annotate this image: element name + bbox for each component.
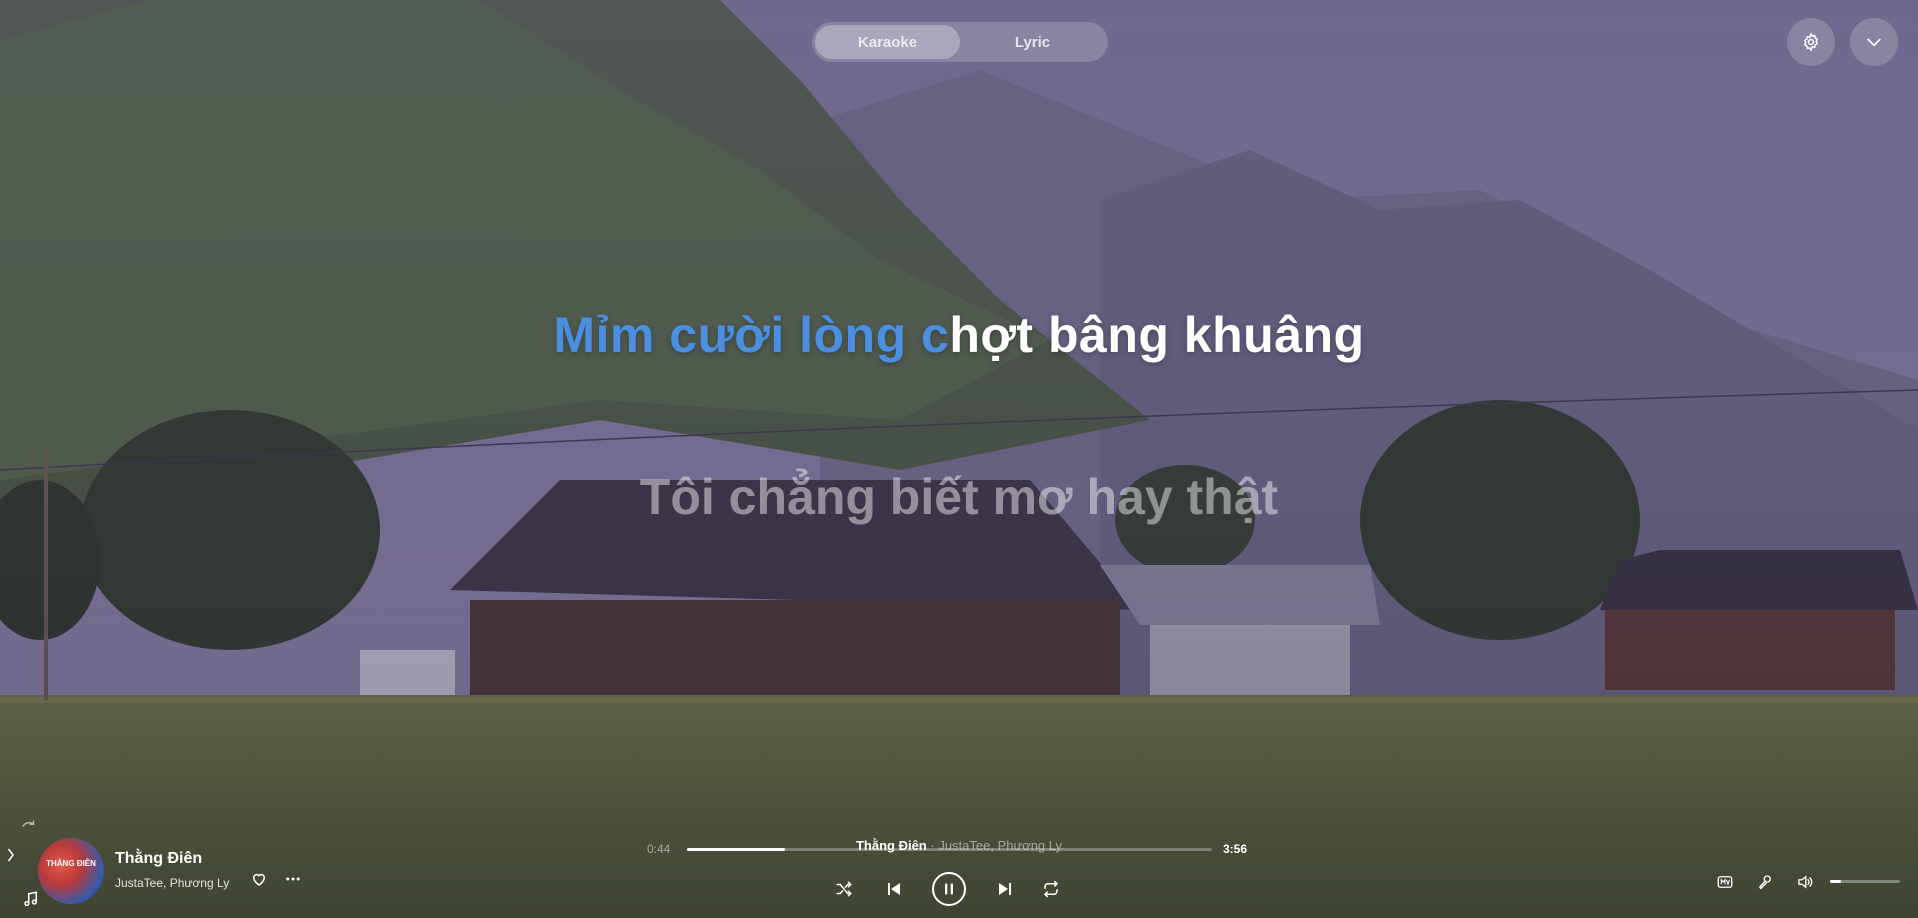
shuffle-icon (836, 881, 852, 897)
chevron-down-icon (1867, 38, 1881, 47)
song-artist[interactable]: JustaTee, Phương Ly (115, 876, 229, 890)
side-strip (0, 808, 37, 918)
music-note-icon[interactable] (22, 890, 40, 908)
volume-button[interactable] (1795, 872, 1815, 892)
skip-back-icon (888, 883, 900, 895)
repeat-button[interactable] (1041, 879, 1061, 899)
speaker-icon (1798, 875, 1813, 889)
karaoke-mic-button[interactable] (1755, 872, 1775, 892)
gear-icon (1803, 32, 1819, 52)
now-playing-title: Thằng Điên (855, 838, 927, 853)
repeat-arrow-icon[interactable] (20, 816, 38, 834)
pause-icon (945, 883, 953, 895)
mode-toggle: Karaoke Lyric (812, 22, 1108, 62)
repeat-icon (1043, 880, 1059, 898)
now-playing-separator: · (926, 838, 939, 853)
background-dim-overlay (0, 0, 1918, 918)
playback-controls (830, 868, 1070, 908)
mv-icon (1717, 876, 1733, 888)
tab-karaoke[interactable]: Karaoke (815, 25, 960, 59)
album-art-text: THẰNG ĐIÊN (46, 858, 96, 868)
settings-button[interactable] (1787, 18, 1835, 66)
volume-fill (1830, 880, 1841, 883)
lyric-sung-part: Mỉm cười lòng c (553, 307, 950, 363)
tab-lyric[interactable]: Lyric (960, 25, 1105, 59)
ellipsis-icon (286, 877, 300, 881)
shuffle-button[interactable] (834, 879, 854, 899)
previous-button[interactable] (884, 879, 904, 899)
lyric-current-line: Mỉm cười lòng chợt bâng khuâng (0, 306, 1918, 364)
like-button[interactable] (250, 870, 270, 890)
now-playing-line: Thằng Điên · JustaTee, Phương Ly (0, 838, 1918, 853)
collapse-button[interactable] (1850, 18, 1898, 66)
skip-forward-icon (999, 883, 1011, 895)
more-options-button[interactable] (282, 870, 304, 890)
mv-button[interactable] (1715, 872, 1735, 892)
pause-button[interactable] (932, 872, 966, 906)
now-playing-artists: JustaTee, Phương Ly (938, 838, 1063, 853)
lyric-unsung-part: hợt bâng khuâng (949, 307, 1365, 363)
background-scene (0, 0, 1918, 918)
next-button[interactable] (995, 879, 1015, 899)
microphone-icon (1758, 875, 1771, 890)
player-bar: THẰNG ĐIÊN Thằng Điên JustaTee, Phương L… (0, 808, 1918, 918)
lyric-next-line: Tôi chẳng biết mơ hay thật (639, 469, 1279, 525)
volume-slider[interactable] (1830, 880, 1900, 883)
time-total: 3:56 (1223, 842, 1248, 856)
heart-icon (252, 873, 266, 886)
